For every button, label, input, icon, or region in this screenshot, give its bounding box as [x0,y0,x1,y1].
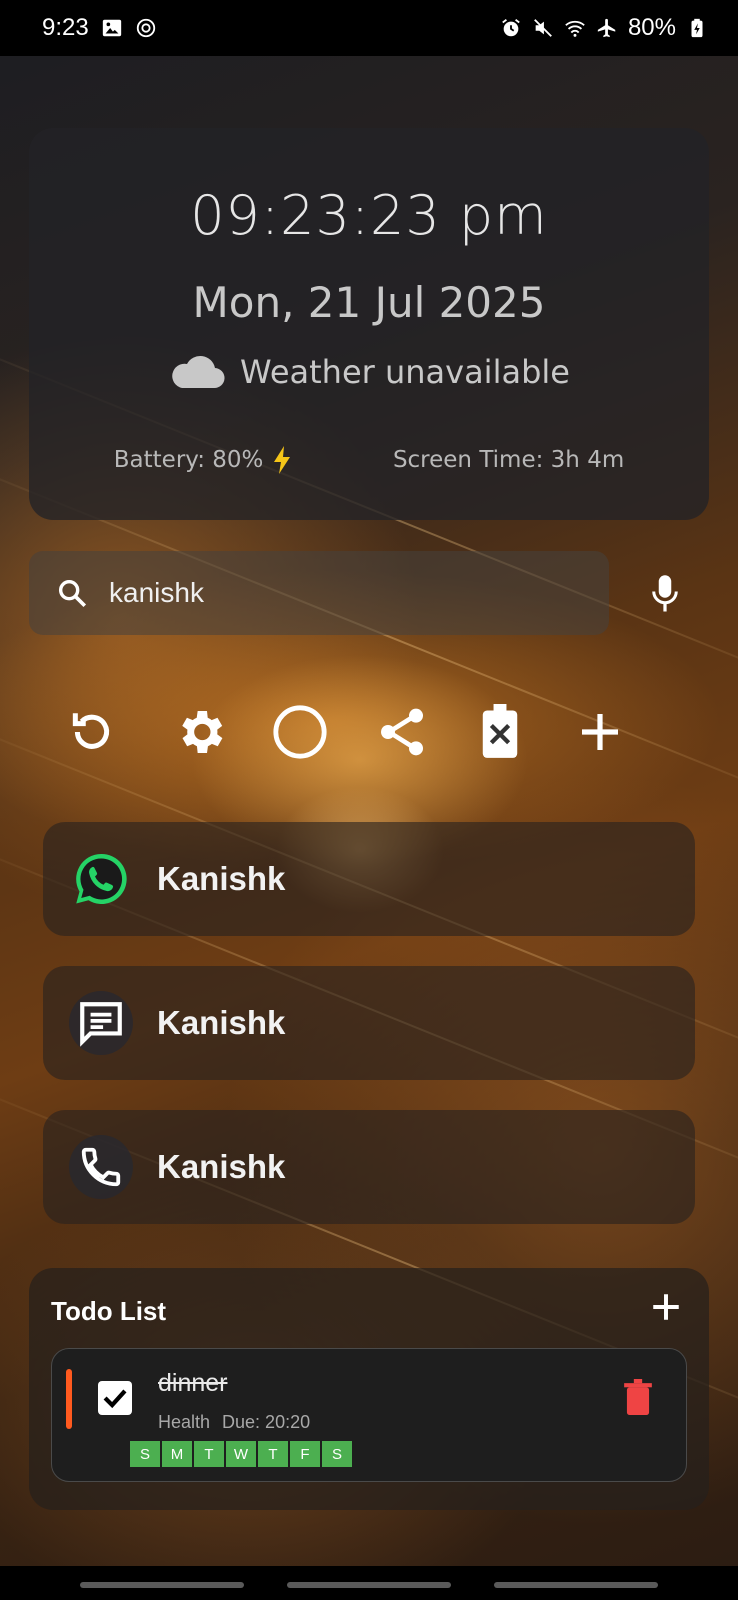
circle-icon [273,705,327,759]
openai-icon [136,18,155,38]
airplane-icon [597,18,616,38]
navigation-bar [0,1566,738,1600]
search-bar[interactable]: kanishk [29,551,609,635]
day-badge: F [290,1441,320,1467]
nav-recents-button[interactable] [80,1582,244,1588]
add-button[interactable] [568,700,632,764]
status-time: 9:23 [42,14,89,41]
share-icon [381,708,423,756]
gear-icon [182,711,223,753]
trash-icon[interactable] [624,1379,652,1415]
weather-row: Weather unavailable [29,352,709,392]
refresh-icon [72,713,110,749]
weather-text: Weather unavailable [240,353,570,391]
clock-stats: Battery: 80% Screen Time: 3h 4m [29,446,709,474]
search-input[interactable]: kanishk [109,577,204,609]
checkmark-icon [103,1389,127,1409]
share-button[interactable] [370,700,434,764]
plus-icon [582,714,618,750]
todo-meta: Health Due: 20:20 [158,1412,310,1433]
lightning-icon [274,446,291,474]
day-badge: M [162,1441,192,1467]
priority-indicator [66,1369,72,1429]
contact-row-message[interactable]: Kanishk [43,966,695,1080]
mute-icon [534,19,552,37]
screen-time-label: Screen Time: 3h 4m [392,447,625,473]
contact-row-phone[interactable]: Kanishk [43,1110,695,1224]
todo-category: Health [158,1412,211,1432]
status-bar: 9:23 80% [0,0,738,56]
battery-label: Battery: 80% [113,447,264,473]
battery-saver-button[interactable] [468,700,532,764]
todo-due: Due: 20:20 [222,1412,311,1432]
nav-back-button[interactable] [494,1582,658,1588]
wifi-icon [565,20,585,37]
todo-days: S M T W T F S [130,1441,352,1467]
clock-widget[interactable]: 09:23:23 pm Mon, 21 Jul 2025 Weather una… [29,128,709,520]
phone-icon [69,1135,133,1199]
todo-item[interactable]: dinner Health Due: 20:20 S M T W T F S [51,1348,687,1482]
contact-name: Kanishk [157,860,286,897]
alarm-icon [502,19,520,37]
battery-charging-icon [691,18,703,38]
day-badge: T [194,1441,224,1467]
day-badge: S [130,1441,160,1467]
refresh-button[interactable] [60,700,124,764]
microphone-icon[interactable] [650,574,680,614]
contact-name: Kanishk [157,1004,286,1041]
todo-title: Todo List [51,1296,167,1326]
search-icon [58,579,87,608]
message-icon [69,991,133,1055]
day-badge: T [258,1441,288,1467]
battery-percent: 80% [627,14,676,41]
add-todo-icon[interactable] [649,1290,683,1324]
day-badge: W [226,1441,256,1467]
contact-row-whatsapp[interactable]: Kanishk [43,822,695,936]
clock-date: Mon, 21 Jul 2025 [192,278,546,327]
settings-button[interactable] [168,700,232,764]
day-badge: S [322,1441,352,1467]
cloud-icon [172,355,225,389]
circle-button[interactable] [268,700,332,764]
nav-home-button[interactable] [287,1582,451,1588]
clock-time: 09:23:23 pm [190,184,548,247]
whatsapp-icon [69,847,133,911]
contact-name: Kanishk [157,1148,286,1185]
battery-off-icon [482,704,518,758]
todo-checkbox[interactable] [98,1381,132,1415]
gallery-icon [102,19,121,37]
quick-actions [0,700,738,766]
todo-widget: Todo List dinner Health Due: 20:20 S M T… [29,1268,709,1510]
todo-text: dinner [158,1369,228,1397]
